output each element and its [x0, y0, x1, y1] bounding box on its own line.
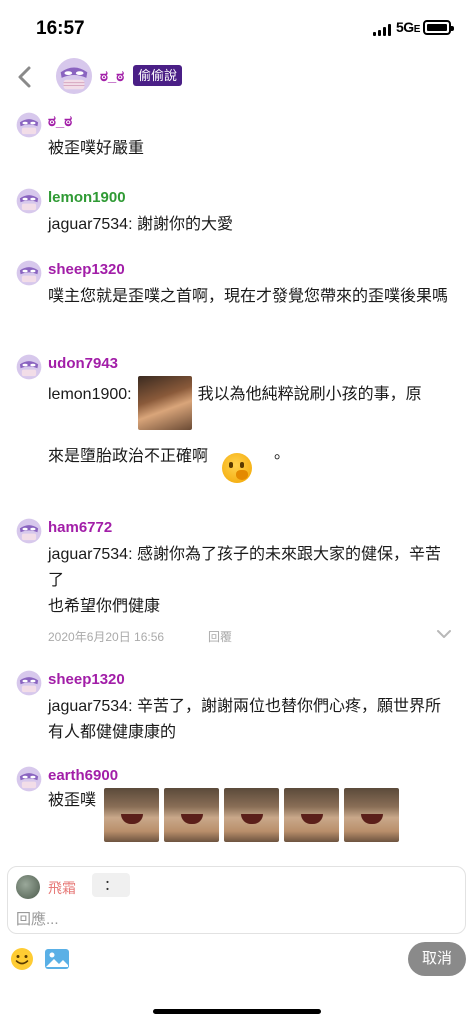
cancel-button[interactable]: 取消: [408, 942, 466, 976]
commenter-avatar[interactable]: [16, 670, 42, 696]
laughing-sticker[interactable]: [224, 788, 280, 842]
my-name: 飛霜: [48, 880, 76, 896]
commenter-name[interactable]: ham6772: [48, 514, 474, 538]
home-indicator: [153, 1009, 321, 1014]
commenter-avatar[interactable]: [16, 518, 42, 544]
mask-avatar-icon: [16, 354, 42, 380]
comment-text-line: 來是墮胎政治不正確啊: [48, 448, 209, 465]
laughing-sticker[interactable]: [284, 788, 340, 842]
commenter-name[interactable]: udon7943: [48, 350, 474, 374]
commenter-avatar[interactable]: [16, 766, 42, 792]
qualifier-tag: 偷偷說: [133, 65, 183, 86]
qualifier-select[interactable]: ：: [92, 873, 130, 897]
author-avatar[interactable]: [55, 57, 93, 95]
commenter-avatar[interactable]: [16, 112, 42, 138]
commenter-avatar[interactable]: [16, 188, 42, 214]
reply-link[interactable]: 回覆: [208, 628, 232, 645]
chevron-left-icon: [18, 66, 31, 88]
signal-icon: [373, 24, 395, 36]
comment-item: udon7943 lemon1900: 我以為他純粹說刷小孩的事，原 來是墮胎政…: [0, 350, 474, 514]
chevron-down-icon[interactable]: [436, 626, 452, 642]
comment-text: 被歪噗: [48, 788, 474, 842]
comment-list: ಠ_ಠ 被歪噗好嚴重 lemon1900 jaguar7534: 謝謝你的大愛 …: [0, 108, 474, 858]
commenter-name[interactable]: lemon1900: [48, 184, 474, 208]
sticker-image[interactable]: [137, 376, 192, 430]
plurk-header: ಠ_ಠ 偷偷說: [0, 56, 474, 100]
comment-meta: 2020年6月20日 16:56 回覆: [48, 624, 474, 648]
author-name[interactable]: ಠ_ಠ: [100, 68, 124, 85]
comment-text: jaguar7534: 感謝你為了孩子的未來跟大家的健保，辛苦了 也希望你們健康: [48, 542, 474, 620]
back-button[interactable]: [12, 64, 38, 90]
status-time: 16:57: [36, 18, 85, 39]
status-bar: 16:57 5GE: [0, 0, 474, 56]
mask-avatar-icon: [16, 670, 42, 696]
comment-text-line: 。: [274, 445, 291, 462]
comment-item: sheep1320 噗主您就是歪噗之首啊，現在才發覺您帶來的歪噗後果嗎: [0, 256, 474, 350]
sticker-row: [104, 788, 400, 842]
my-avatar: [16, 875, 40, 899]
commenter-name[interactable]: earth6900: [48, 762, 474, 786]
commenter-avatar[interactable]: [16, 260, 42, 286]
comment-mention: lemon1900:: [48, 386, 132, 403]
comment-text: jaguar7534: 謝謝你的大愛: [48, 216, 233, 233]
comment-timestamp: 2020年6月20日 16:56: [48, 630, 165, 644]
comment-item: lemon1900 jaguar7534: 謝謝你的大愛: [0, 184, 474, 256]
mask-avatar-icon: [16, 112, 42, 138]
comment-text: 噗主您就是歪噗之首啊，現在才發覺您帶來的歪噗後果嗎: [48, 288, 449, 305]
reply-input[interactable]: 回應...: [16, 908, 59, 929]
battery-icon: [423, 20, 454, 35]
network-label: 5GE: [396, 19, 420, 35]
comment-text-line: 被歪噗: [48, 792, 97, 809]
comment-item: ಠ_ಠ 被歪噗好嚴重: [0, 108, 474, 184]
mask-avatar-icon: [16, 188, 42, 214]
comment-item: ham6772 jaguar7534: 感謝你為了孩子的未來跟大家的健保，辛苦了…: [0, 514, 474, 666]
comment-item: sheep1320 jaguar7534: 辛苦了，謝謝兩位也替你們心疼，願世界…: [0, 666, 474, 762]
smiley-icon[interactable]: [10, 947, 34, 971]
thinking-emoji-icon: [222, 453, 253, 483]
commenter-name[interactable]: ಠ_ಠ: [48, 108, 474, 132]
commenter-name[interactable]: sheep1320: [48, 256, 474, 280]
comment-text-line: 也希望你們健康: [48, 598, 161, 615]
comment-text: lemon1900: 我以為他純粹說刷小孩的事，原 來是墮胎政治不正確啊 。: [48, 376, 474, 483]
comment-text-line: 我以為他純粹說刷小孩的事，原: [197, 386, 422, 403]
comment-text: 被歪噗好嚴重: [48, 140, 145, 157]
reply-composer[interactable]: 飛霜 ： 回應...: [7, 866, 466, 934]
mask-avatar-icon: [16, 260, 42, 286]
comment-text-line: jaguar7534: 感謝你為了孩子的未來跟大家的健保，辛苦了: [48, 546, 441, 589]
commenter-avatar[interactable]: [16, 354, 42, 380]
mask-avatar-icon: [55, 57, 93, 95]
comment-text: jaguar7534: 辛苦了，謝謝兩位也替你們心疼，願世界所有人都健健康康的: [48, 698, 441, 741]
laughing-sticker[interactable]: [104, 788, 160, 842]
mask-avatar-icon: [16, 766, 42, 792]
laughing-sticker[interactable]: [344, 788, 400, 842]
comment-item: earth6900 被歪噗: [0, 762, 474, 858]
commenter-name[interactable]: sheep1320: [48, 666, 474, 690]
image-icon[interactable]: [44, 947, 70, 971]
mask-avatar-icon: [16, 518, 42, 544]
laughing-sticker[interactable]: [164, 788, 220, 842]
